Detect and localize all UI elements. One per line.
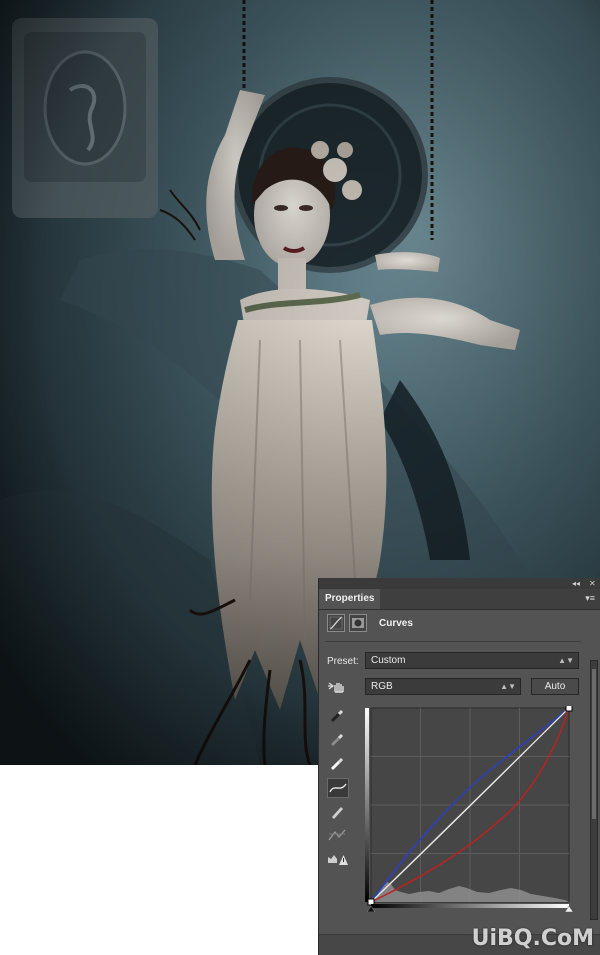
select-arrows-icon: ▲▼ [500, 682, 516, 691]
curves-graph[interactable] [365, 704, 574, 913]
curves-adjustment-icon[interactable] [327, 614, 345, 632]
clipping-warning-icon[interactable] [327, 850, 349, 870]
select-arrows-icon: ▲▼ [558, 656, 574, 665]
smooth-curve-icon[interactable] [327, 826, 349, 846]
layer-mask-icon[interactable] [349, 614, 367, 632]
on-image-adjust-hand-icon[interactable] [327, 678, 349, 698]
input-gradient-strip [371, 904, 569, 908]
sample-white-point-icon[interactable] [327, 754, 349, 774]
panel-titlebar: ◂◂ ✕ [319, 578, 600, 589]
panel-menu-button[interactable]: ▾≡ [585, 593, 595, 604]
curve-points-icon[interactable] [327, 778, 349, 798]
scrollbar-thumb[interactable] [592, 669, 596, 819]
panel-tabbar: Properties ▾≡ [319, 589, 600, 610]
collapse-panel-button[interactable]: ◂◂ [572, 578, 580, 589]
white-point-handle[interactable] [565, 704, 573, 712]
divider [325, 641, 581, 642]
sample-black-point-icon[interactable] [327, 706, 349, 726]
tab-properties[interactable]: Properties [319, 589, 381, 609]
preset-label: Preset: [327, 656, 359, 667]
panel-scrollbar[interactable] [590, 660, 598, 920]
site-watermark: UiBQ.CoM [471, 926, 594, 951]
output-gradient-strip [365, 708, 369, 902]
preset-value: Custom [371, 655, 406, 666]
sample-gray-point-icon[interactable] [327, 730, 349, 750]
channel-value: RGB [371, 681, 393, 692]
preset-select[interactable]: Custom ▲▼ [365, 652, 579, 669]
auto-button[interactable]: Auto [531, 678, 579, 695]
properties-panel: ◂◂ ✕ Properties ▾≡ Curves Preset: Custom… [318, 578, 600, 955]
channel-select[interactable]: RGB ▲▼ [365, 678, 521, 695]
close-panel-button[interactable]: ✕ [589, 578, 596, 589]
adjustment-header: Curves [327, 614, 597, 636]
adjustment-title: Curves [379, 618, 413, 629]
pencil-draw-icon[interactable] [327, 802, 349, 822]
